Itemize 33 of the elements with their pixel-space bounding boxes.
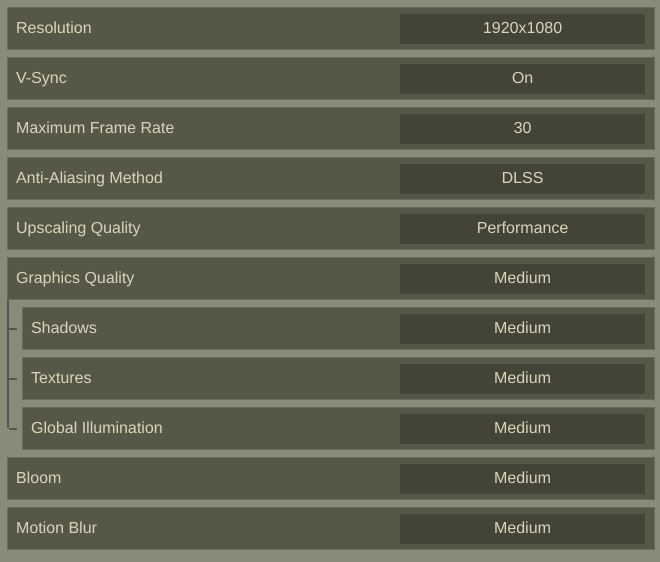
- setting-label: Shadows: [31, 318, 97, 338]
- setting-label: V-Sync: [16, 68, 67, 88]
- setting-row[interactable]: Graphics Quality Medium: [7, 257, 655, 300]
- value-selector[interactable]: 1920x1080: [400, 14, 645, 44]
- setting-label: Textures: [31, 368, 92, 388]
- setting-row[interactable]: Textures Medium: [22, 357, 655, 400]
- setting-row[interactable]: Upscaling Quality Performance: [7, 207, 655, 250]
- setting-label: Bloom: [16, 468, 62, 488]
- setting-row[interactable]: Maximum Frame Rate 30: [7, 107, 655, 150]
- setting-row[interactable]: Motion Blur Medium: [7, 507, 655, 550]
- value-selector[interactable]: 30: [400, 114, 645, 144]
- setting-label: Resolution: [16, 18, 92, 38]
- value-selector[interactable]: Medium: [400, 364, 645, 394]
- setting-label: Global Illumination: [31, 418, 163, 438]
- setting-label: Maximum Frame Rate: [16, 118, 174, 138]
- setting-row[interactable]: V-Sync On: [7, 57, 655, 100]
- setting-label: Anti-Aliasing Method: [16, 168, 163, 188]
- value-selector[interactable]: Medium: [400, 414, 645, 444]
- setting-row[interactable]: Global Illumination Medium: [22, 407, 655, 450]
- value-selector[interactable]: Medium: [400, 314, 645, 344]
- setting-label: Motion Blur: [16, 518, 97, 538]
- setting-row[interactable]: Anti-Aliasing Method DLSS: [7, 157, 655, 200]
- setting-label: Graphics Quality: [16, 268, 134, 288]
- value-selector[interactable]: Medium: [400, 264, 645, 294]
- setting-row[interactable]: Shadows Medium: [22, 307, 655, 350]
- setting-row[interactable]: Bloom Medium: [7, 457, 655, 500]
- value-selector[interactable]: On: [400, 64, 645, 94]
- value-selector[interactable]: Medium: [400, 464, 645, 494]
- value-selector[interactable]: DLSS: [400, 164, 645, 194]
- setting-label: Upscaling Quality: [16, 218, 140, 238]
- setting-row[interactable]: Resolution 1920x1080: [7, 7, 655, 50]
- value-selector[interactable]: Performance: [400, 214, 645, 244]
- value-selector[interactable]: Medium: [400, 514, 645, 544]
